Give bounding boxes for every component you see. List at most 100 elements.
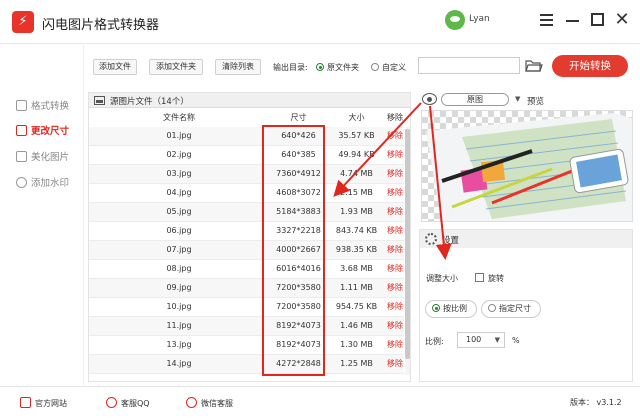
percent-label: % (512, 336, 520, 345)
radio-label: 自定义 (382, 63, 406, 72)
wechat-support-link[interactable]: 微信客服 (186, 397, 233, 409)
radio-label: 原文件夹 (327, 63, 359, 72)
footer-label: 官方网站 (35, 399, 67, 408)
ratio-label: 比例: (425, 337, 444, 346)
table-row[interactable]: 04.jpg 4608*3072 2.15 MB 移除 (89, 184, 404, 203)
table-row[interactable]: 05.jpg 5184*3883 1.93 MB 移除 (89, 203, 404, 222)
remove-link[interactable]: 移除 (385, 222, 405, 240)
table-row[interactable]: 06.jpg 3327*2218 843.74 KB 移除 (89, 222, 404, 241)
folder-icon[interactable] (525, 59, 543, 72)
footer-label: 微信客服 (201, 399, 233, 408)
table-row[interactable]: 13.jpg 8192*4073 1.30 MB 移除 (89, 336, 404, 355)
preview-mode-select[interactable]: 原图 (441, 93, 509, 106)
home-icon (20, 397, 31, 408)
settings-title: 设置 (442, 236, 460, 246)
add-folder-button[interactable]: 添加文件夹 (149, 59, 203, 75)
add-file-button[interactable]: 添加文件 (93, 59, 137, 75)
custom-folder-radio[interactable]: 自定义 (371, 62, 406, 73)
output-dir-label: 输出目录: (273, 63, 308, 72)
file-size-cell: 1.93 MB (340, 207, 373, 216)
file-size-cell: 49.94 KB (338, 150, 375, 159)
table-row[interactable]: 10.jpg 7200*3580 954.75 KB 移除 (89, 298, 404, 317)
remove-link[interactable]: 移除 (385, 260, 405, 278)
radio-label: 按比例 (443, 304, 467, 313)
file-list-scrollbar[interactable] (405, 127, 410, 375)
remove-link[interactable]: 移除 (385, 184, 405, 202)
remove-link[interactable]: 移除 (385, 355, 405, 373)
table-row[interactable]: 11.jpg 8192*4073 1.46 MB 移除 (89, 317, 404, 336)
sidebar-item-label: 添加水印 (31, 178, 70, 189)
gear-icon (425, 233, 437, 245)
avatar[interactable] (445, 10, 465, 30)
radio-dot (432, 304, 440, 312)
column-header-filesize[interactable]: 大小 (328, 109, 385, 126)
sidebar-item-resize[interactable]: 更改尺寸 (16, 123, 69, 137)
radio-label: 指定尺寸 (499, 304, 531, 313)
output-path-input[interactable] (418, 57, 520, 74)
remove-link[interactable]: 移除 (385, 336, 405, 354)
eye-icon[interactable] (422, 93, 437, 105)
file-name-cell: 11.jpg (166, 321, 192, 330)
column-header-name[interactable]: 文件名称 (89, 109, 269, 126)
sidebar-item-beautify[interactable]: 美化图片 (16, 149, 69, 163)
image-size-cell: 5184*3883 (276, 207, 321, 216)
remove-link[interactable]: 移除 (385, 127, 405, 145)
file-name-cell: 07.jpg (166, 245, 192, 254)
title-bar: ⚡ 闪电图片格式转换器 Lyan ✕ (0, 0, 640, 44)
toolbar: 添加文件 添加文件夹 清除列表 输出目录: 原文件夹 自定义 开始转换 (85, 45, 640, 87)
qq-support-link[interactable]: 客服QQ (106, 397, 150, 409)
image-size-cell: 7200*3580 (276, 283, 321, 292)
username: Lyan (469, 14, 490, 24)
close-icon[interactable]: ✕ (612, 11, 632, 29)
image-size-cell: 6016*4016 (276, 264, 321, 273)
ratio-value: 100 (466, 335, 482, 344)
remove-link[interactable]: 移除 (385, 165, 405, 183)
remove-link[interactable]: 移除 (385, 298, 405, 316)
sidebar-item-label: 格式转换 (31, 101, 70, 112)
sidebar-item-watermark[interactable]: 添加水印 (16, 175, 69, 189)
file-size-cell: 4.74 MB (340, 169, 373, 178)
original-folder-radio[interactable]: 原文件夹 (316, 62, 359, 73)
ratio-select[interactable]: 100 ▼ (457, 332, 505, 348)
maximize-icon[interactable] (588, 11, 608, 29)
app-title: 闪电图片格式转换器 (42, 18, 160, 33)
scrollbar-thumb[interactable] (405, 129, 410, 359)
sidebar: 格式转换 更改尺寸 美化图片 添加水印 (0, 45, 84, 385)
table-row[interactable]: 02.jpg 640*385 49.94 KB 移除 (89, 146, 404, 165)
by-ratio-radio[interactable]: 按比例 (425, 300, 477, 318)
file-name-cell: 04.jpg (166, 188, 192, 197)
sidebar-item-format-convert[interactable]: 格式转换 (16, 98, 69, 112)
column-header-remove: 移除 (387, 113, 403, 122)
custom-size-radio[interactable]: 指定尺寸 (481, 300, 541, 318)
official-website-link[interactable]: 官方网站 (20, 397, 67, 409)
table-row[interactable]: 08.jpg 6016*4016 3.68 MB 移除 (89, 260, 404, 279)
file-name-cell: 01.jpg (166, 131, 192, 140)
remove-link[interactable]: 移除 (385, 279, 405, 297)
table-row[interactable]: 14.jpg 4272*2848 1.25 MB 移除 (89, 355, 404, 374)
menu-icon[interactable] (537, 11, 557, 29)
file-size-cell: 843.74 KB (335, 226, 378, 235)
start-convert-button[interactable]: 开始转换 (552, 55, 628, 77)
file-name-cell: 10.jpg (166, 302, 192, 311)
radio-dot (371, 63, 379, 71)
image-size-cell: 7360*4912 (276, 169, 321, 178)
column-header-size[interactable]: 尺寸 (269, 109, 328, 126)
image-size-cell: 7200*3580 (276, 302, 321, 311)
remove-link[interactable]: 移除 (385, 146, 405, 164)
clear-list-button[interactable]: 清除列表 (215, 59, 261, 75)
file-size-cell: 1.30 MB (340, 340, 373, 349)
radio-dot (488, 304, 496, 312)
rotate-checkbox[interactable] (475, 273, 484, 282)
remove-link[interactable]: 移除 (385, 241, 405, 259)
remove-link[interactable]: 移除 (385, 203, 405, 221)
table-row[interactable]: 01.jpg 640*426 35.57 KB 移除 (89, 127, 404, 146)
file-size-cell: 938.35 KB (335, 245, 378, 254)
resize-label: 调整大小 (426, 274, 458, 283)
table-row[interactable]: 07.jpg 4000*2667 938.35 KB 移除 (89, 241, 404, 260)
remove-link[interactable]: 移除 (385, 317, 405, 335)
file-name-cell: 14.jpg (166, 359, 192, 368)
minimize-icon[interactable] (563, 11, 583, 29)
chevron-down-icon[interactable]: ▼ (515, 95, 520, 103)
table-row[interactable]: 03.jpg 7360*4912 4.74 MB 移除 (89, 165, 404, 184)
table-row[interactable]: 09.jpg 7200*3580 1.11 MB 移除 (89, 279, 404, 298)
